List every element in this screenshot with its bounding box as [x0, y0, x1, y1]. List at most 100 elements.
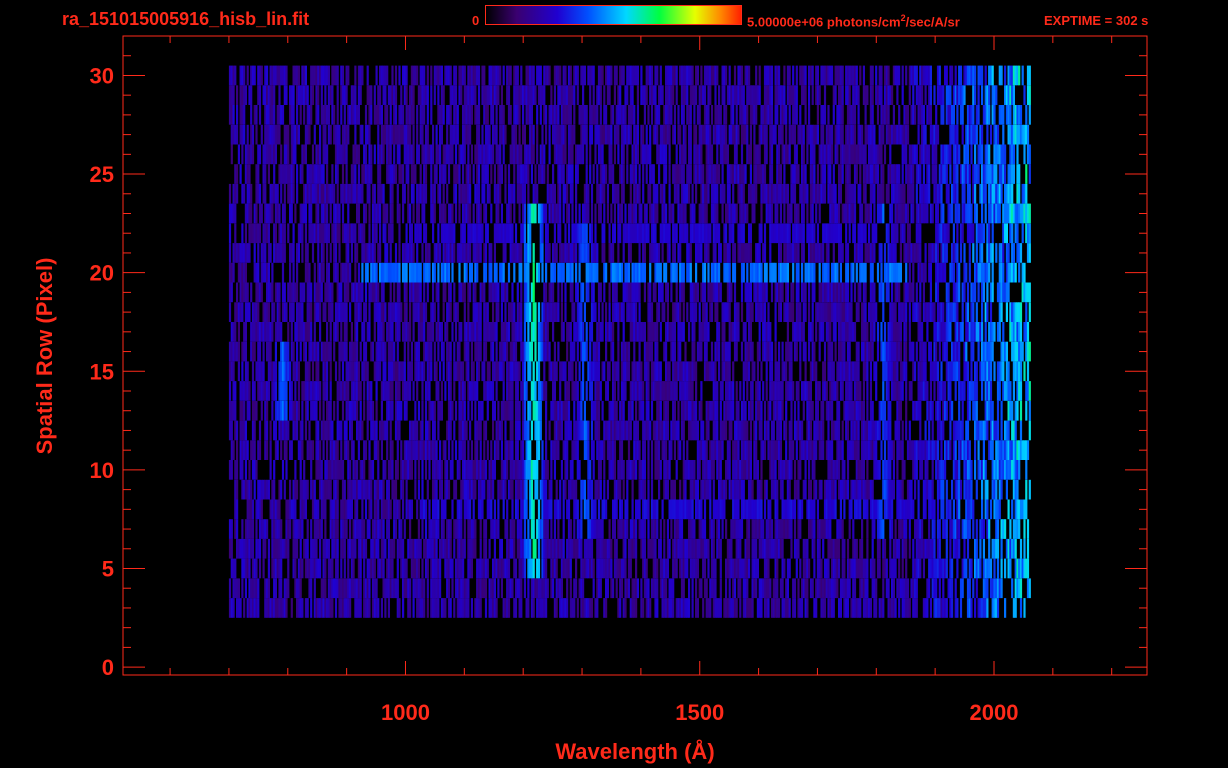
heatmap-cell	[557, 440, 560, 460]
heatmap-cell	[347, 282, 350, 303]
heatmap-cell	[670, 519, 673, 539]
heatmap-cell	[244, 420, 247, 441]
heatmap-cell	[234, 322, 237, 342]
heatmap-cell	[594, 302, 597, 322]
heatmap-cell	[802, 400, 805, 421]
heatmap-cell	[597, 400, 601, 421]
heatmap-cell	[273, 302, 276, 322]
heatmap-cell	[1028, 400, 1031, 421]
heatmap-cell	[834, 499, 837, 520]
heatmap-cell	[566, 460, 569, 480]
heatmap-cell	[507, 598, 511, 618]
heatmap-cell	[746, 420, 749, 441]
heatmap-cell	[336, 400, 339, 421]
heatmap-cell	[668, 460, 671, 480]
heatmap-cell	[871, 400, 874, 421]
heatmap-cell	[961, 400, 964, 421]
heatmap-cell	[301, 302, 304, 322]
heatmap-cell	[647, 440, 650, 460]
heatmap-cell	[1011, 578, 1014, 599]
heatmap-cell	[876, 341, 880, 362]
heatmap-cell	[732, 361, 735, 382]
heatmap-cell	[527, 420, 530, 441]
heatmap-cell	[343, 479, 346, 500]
heatmap-cell	[463, 440, 466, 460]
heatmap-cell	[751, 341, 754, 362]
heatmap-cell	[463, 302, 466, 322]
heatmap-cell	[829, 519, 832, 539]
heatmap-cell	[769, 322, 772, 342]
heatmap-cell	[251, 361, 255, 382]
heatmap-cell	[370, 381, 373, 401]
heatmap-cell	[241, 361, 244, 382]
heatmap-cell	[1014, 538, 1017, 559]
heatmap-cell	[827, 558, 830, 579]
heatmap-cell	[444, 598, 447, 618]
heatmap-cell	[384, 361, 387, 382]
heatmap-cell	[626, 499, 629, 520]
heatmap-cell	[354, 538, 357, 559]
heatmap-cell	[340, 558, 343, 579]
heatmap-cell	[569, 578, 572, 599]
heatmap-cell	[562, 499, 565, 520]
heatmap-cell	[995, 479, 998, 500]
heatmap-cell	[627, 341, 631, 362]
heatmap-cell	[666, 400, 669, 421]
heatmap-cell	[428, 460, 431, 480]
heatmap-cell	[559, 479, 562, 500]
heatmap-cell	[795, 558, 798, 579]
heatmap-cell	[253, 381, 256, 401]
heatmap-cell	[566, 341, 569, 362]
heatmap-cell	[663, 538, 666, 559]
heatmap-cell	[326, 440, 329, 460]
heatmap-cell	[467, 341, 470, 362]
heatmap-cell	[656, 499, 659, 520]
heatmap-cell	[647, 381, 650, 401]
heatmap-cell	[287, 420, 290, 441]
heatmap-cell	[718, 519, 721, 539]
heatmap-cell	[435, 440, 438, 460]
heatmap-cell	[236, 499, 239, 520]
heatmap-cell	[989, 381, 993, 401]
heatmap-cell	[458, 341, 461, 362]
heatmap-cell	[363, 519, 366, 539]
heatmap-cell	[712, 479, 715, 500]
heatmap-cell	[460, 519, 463, 539]
heatmap-cell	[931, 400, 934, 421]
heatmap-cell	[970, 558, 973, 579]
heatmap-cell	[739, 538, 742, 559]
heatmap-cell	[359, 302, 362, 322]
heatmap-cell	[402, 499, 405, 520]
heatmap-cell	[850, 302, 853, 322]
heatmap-cell	[612, 578, 615, 599]
heatmap-cell	[287, 538, 290, 559]
heatmap-cell	[894, 519, 897, 539]
heatmap-cell	[424, 460, 428, 480]
heatmap-cell	[514, 341, 518, 362]
heatmap-cell	[670, 440, 673, 460]
heatmap-cell	[382, 519, 385, 539]
heatmap-cell	[896, 460, 899, 480]
heatmap-cell	[696, 558, 699, 579]
heatmap-cell	[560, 420, 563, 441]
heatmap-cell	[585, 381, 588, 401]
heatmap-cell	[919, 302, 922, 322]
heatmap-cell	[474, 479, 477, 500]
heatmap-cell	[617, 361, 620, 382]
heatmap-cell	[901, 440, 904, 460]
heatmap-cell	[1012, 381, 1015, 401]
heatmap-cell	[414, 460, 417, 480]
heatmap-cell	[949, 538, 952, 559]
heatmap-cell	[541, 440, 544, 460]
heatmap-cell	[878, 420, 881, 441]
heatmap-cell	[961, 302, 964, 322]
heatmap-cell	[790, 420, 793, 441]
heatmap-cell	[666, 420, 669, 441]
heatmap-cell	[430, 341, 433, 362]
heatmap-cell	[801, 598, 804, 618]
heatmap-cell	[560, 578, 563, 599]
heatmap-cell	[289, 479, 292, 500]
heatmap-cell	[336, 479, 339, 500]
heatmap-cell	[417, 341, 420, 362]
heatmap-cell	[624, 558, 627, 579]
